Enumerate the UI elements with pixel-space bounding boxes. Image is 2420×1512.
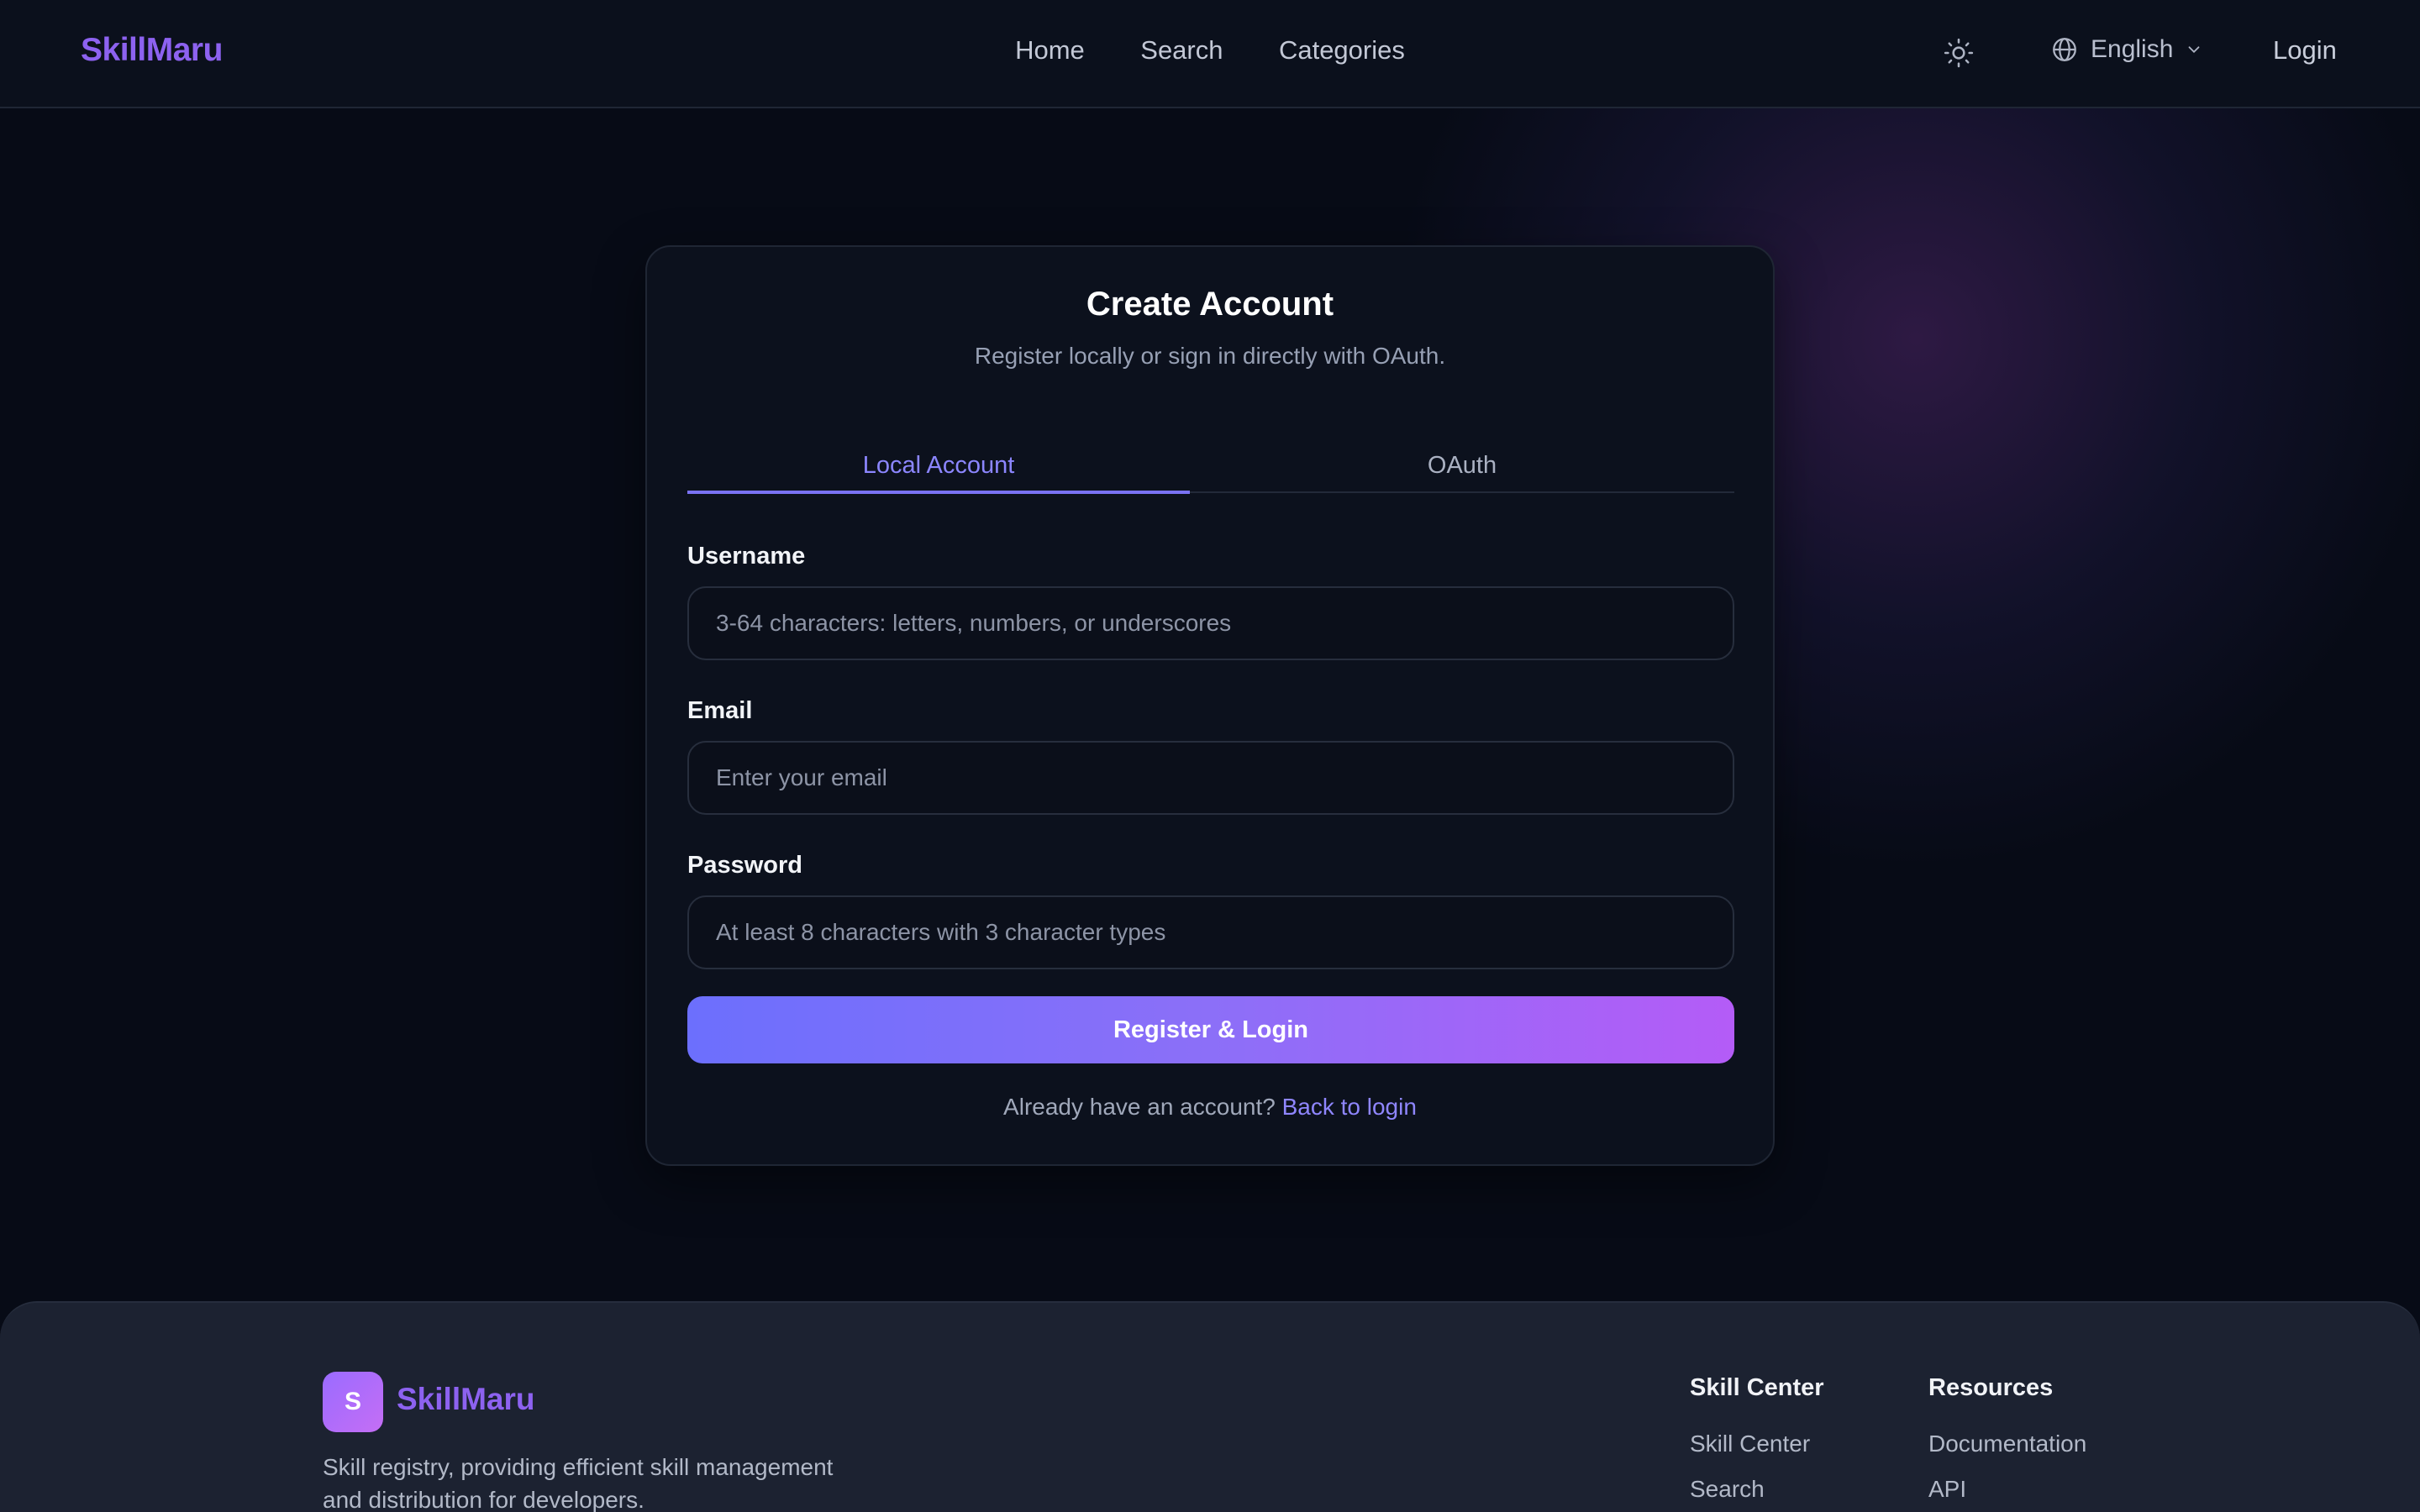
login-prompt: Already have an account? Back to login <box>647 1094 1773 1121</box>
nav-categories[interactable]: Categories <box>1279 35 1405 66</box>
chevron-down-icon <box>2188 46 2200 54</box>
login-link[interactable]: Login <box>2273 35 2337 66</box>
email-label: Email <box>687 697 753 724</box>
language-selector[interactable]: English <box>2050 35 2203 64</box>
footer-description: Skill registry, providing efficient skil… <box>323 1454 834 1512</box>
top-nav-bar: SkillMaru Home Search Categories English… <box>0 0 2420 108</box>
footer-column-skill-center: Skill Center Skill Center Search <box>1690 1374 1824 1512</box>
register-card: Create Account Register locally or sign … <box>645 245 1775 1166</box>
email-input[interactable] <box>687 741 1734 815</box>
register-login-button[interactable]: Register & Login <box>687 996 1734 1063</box>
theme-toggle-button[interactable] <box>1943 37 1975 69</box>
tab-local-account[interactable]: Local Account <box>687 438 1190 494</box>
nav-search[interactable]: Search <box>1140 35 1223 66</box>
footer-link-api[interactable]: API <box>1928 1476 2086 1503</box>
login-prompt-text: Already have an account? <box>1003 1094 1276 1120</box>
tab-oauth[interactable]: OAuth <box>1190 438 1734 494</box>
footer-column-title: Skill Center <box>1690 1374 1824 1401</box>
username-label: Username <box>687 543 806 570</box>
footer-column-resources: Resources Documentation API <box>1928 1374 2086 1512</box>
nav-home[interactable]: Home <box>1015 35 1085 66</box>
footer-link-skill-center[interactable]: Skill Center <box>1690 1431 1824 1457</box>
sun-icon <box>1944 38 1974 68</box>
footer-link-documentation[interactable]: Documentation <box>1928 1431 2086 1457</box>
brand-logo[interactable]: SkillMaru <box>81 32 223 69</box>
footer-link-search[interactable]: Search <box>1690 1476 1824 1503</box>
globe-icon <box>2053 38 2076 61</box>
page-subtitle: Register locally or sign in directly wit… <box>974 343 1446 369</box>
site-footer: S SkillMaru Skill registry, providing ef… <box>0 1301 2420 1512</box>
footer-brand[interactable]: SkillMaru <box>397 1382 535 1417</box>
username-input[interactable] <box>687 586 1734 660</box>
footer-logo-icon: S <box>323 1372 383 1432</box>
tab-oauth-label: OAuth <box>1427 452 1497 479</box>
page-title: Create Account <box>1086 286 1334 323</box>
password-input[interactable] <box>687 895 1734 969</box>
tab-local-account-label: Local Account <box>862 452 1015 479</box>
back-to-login-link[interactable]: Back to login <box>1282 1094 1417 1120</box>
password-label: Password <box>687 852 802 879</box>
language-label: English <box>2091 35 2174 63</box>
footer-column-title: Resources <box>1928 1374 2054 1401</box>
